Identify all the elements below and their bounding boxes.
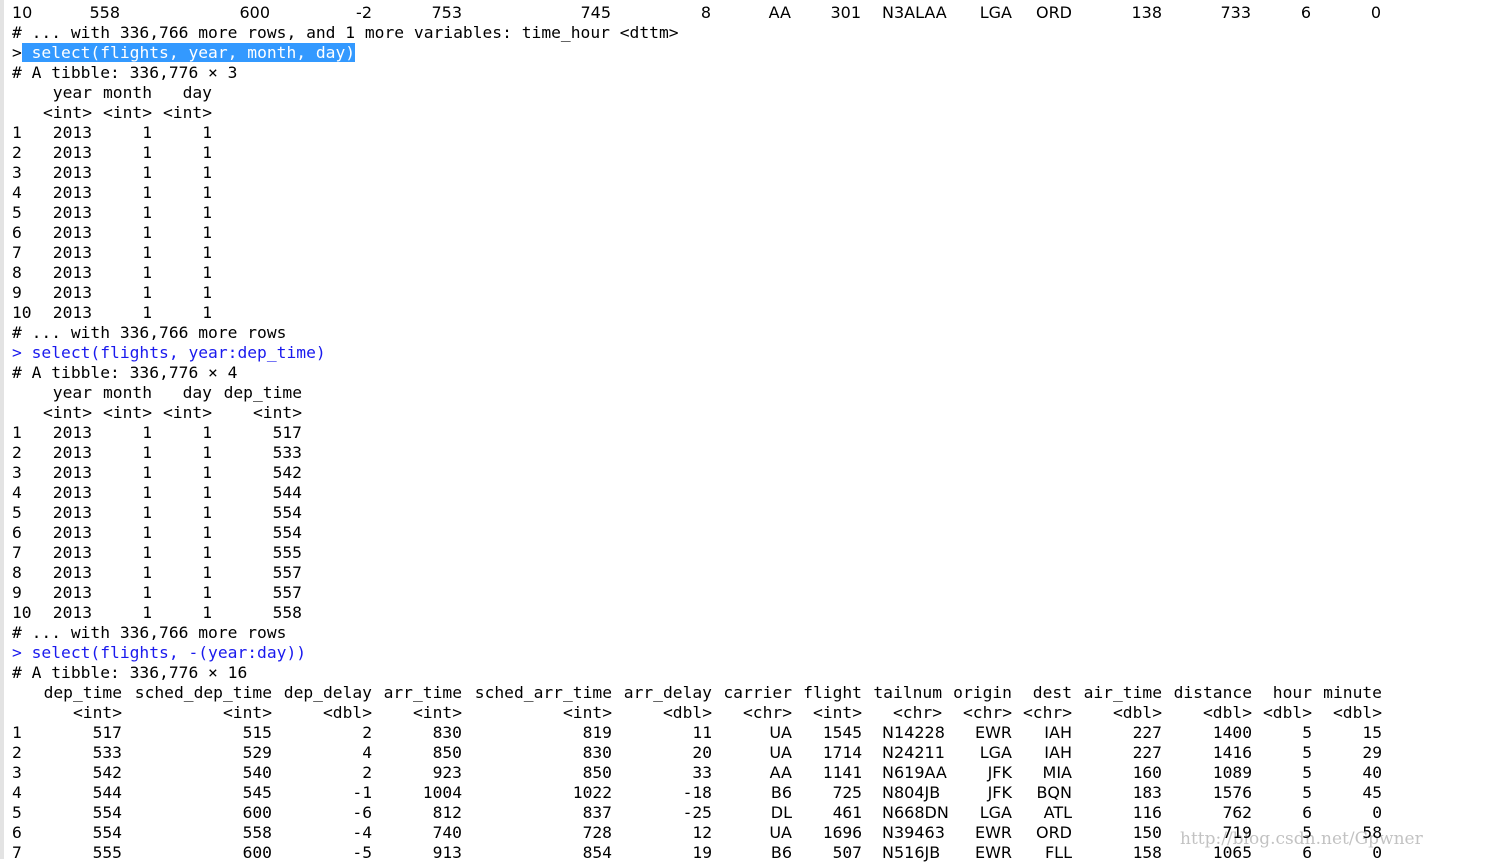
- table-cell: 555: [272, 543, 302, 562]
- table-cell: 542: [272, 463, 302, 482]
- table-cell: 1: [202, 183, 212, 202]
- more-rows-note: # ... with 336,766 more rows, and 1 more…: [12, 23, 679, 42]
- table-cell: 557: [272, 583, 302, 602]
- table-cell: 29: [1362, 743, 1382, 762]
- table-cell: 1: [202, 143, 212, 162]
- column-header: day: [182, 83, 212, 102]
- table-cell: 544: [272, 483, 302, 502]
- table-cell: 533: [272, 443, 302, 462]
- table-cell: 15: [1362, 723, 1382, 742]
- table-cell: 517: [272, 423, 302, 442]
- table-cell: 558: [272, 603, 302, 622]
- command-select-columns[interactable]: > select(flights, year, month, day): [12, 43, 356, 63]
- prompt: >: [12, 43, 22, 62]
- table-cell: 1: [202, 163, 212, 182]
- table-cell: 1: [202, 303, 212, 322]
- tibble-summary: # A tibble: 336,776 × 4: [12, 363, 238, 382]
- table-cell: 1: [202, 243, 212, 262]
- table-cell: 40: [1362, 763, 1382, 782]
- table-cell: 554: [272, 503, 302, 522]
- table-cell: 1: [202, 123, 212, 142]
- command-select-range[interactable]: > select(flights, year:dep_time): [12, 343, 326, 363]
- command-select-exclude[interactable]: > select(flights, -(year:day)): [12, 643, 306, 663]
- column-type: <dbl>: [1332, 703, 1382, 722]
- column-header: minute: [1323, 683, 1382, 702]
- r-console-output[interactable]: # ... with 336,766 more rows, and 1 more…: [0, 0, 1500, 862]
- table-cell: 0: [1370, 3, 1381, 22]
- tibble-summary: # A tibble: 336,776 × 16: [12, 663, 248, 682]
- table-cell: 0: [1372, 843, 1382, 862]
- more-rows-note: # ... with 336,766 more rows: [12, 323, 287, 342]
- table-cell: 1: [202, 263, 212, 282]
- table-cell: 557: [272, 563, 302, 582]
- column-header: dep_time: [223, 383, 302, 402]
- column-type: <int>: [252, 403, 302, 422]
- table-cell: 554: [272, 523, 302, 542]
- table-cell: 45: [1362, 783, 1382, 802]
- table-cell: 0: [1372, 803, 1382, 822]
- table-cell: 1: [202, 223, 212, 242]
- tibble-summary: # A tibble: 336,776 × 3: [12, 63, 238, 82]
- table-cell: 1: [202, 283, 212, 302]
- table-cell: 58: [1362, 823, 1382, 842]
- more-rows-note: # ... with 336,766 more rows: [12, 623, 287, 642]
- column-type: <int>: [162, 103, 212, 122]
- selected-command-text[interactable]: select(flights, year, month, day): [21, 43, 356, 62]
- table-cell: 1: [202, 203, 212, 222]
